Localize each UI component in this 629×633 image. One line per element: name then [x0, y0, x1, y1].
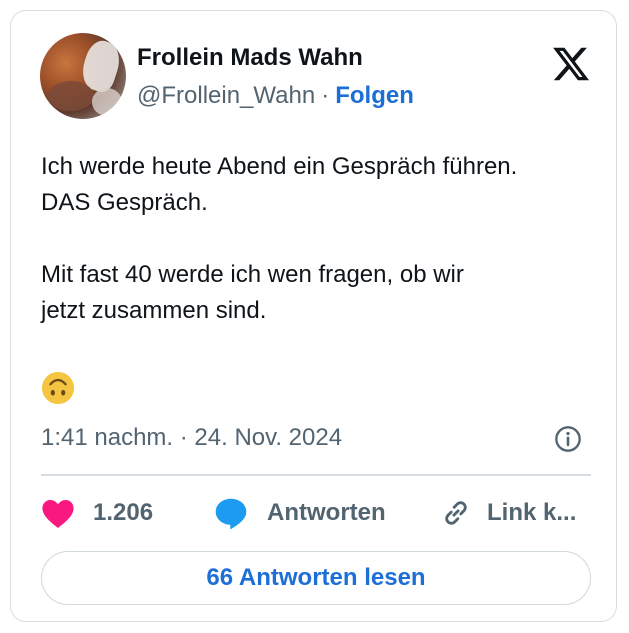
handle-separator: · [321, 82, 330, 109]
avatar-photo-detail [48, 81, 94, 111]
reply-bubble-icon [215, 498, 247, 530]
divider [41, 474, 591, 476]
read-replies-button[interactable]: 66 Antworten lesen [41, 551, 591, 605]
author-handle[interactable]: @Frollein_Wahn [137, 82, 315, 109]
tweet-card: Frollein Mads Wahn @Frollein_Wahn · Folgen… [10, 10, 617, 622]
like-button[interactable]: 1.206 [41, 491, 153, 535]
x-logo-icon[interactable] [551, 44, 591, 84]
upside-down-face-icon [41, 371, 75, 405]
copy-link-button[interactable]: Link k... [439, 491, 576, 535]
link-icon [445, 501, 467, 525]
tweet-line: DAS Gespräch. [41, 189, 208, 216]
heart-icon [42, 499, 74, 529]
like-count: 1.206 [93, 499, 154, 526]
author-handle-row: @Frollein_Wahn · Folgen [137, 82, 414, 110]
tweet-line: Mit fast 40 werde ich wen fragen, ob wir [41, 261, 464, 288]
reply-button[interactable]: Antworten [213, 491, 386, 535]
tweet-line [41, 221, 601, 257]
avatar-photo-detail [92, 88, 122, 116]
tweet-text: Ich werde heute Abend ein Gespräch führe… [41, 149, 601, 329]
tweet-line: jetzt zusammen sind. [41, 297, 267, 324]
info-icon[interactable] [554, 425, 582, 453]
action-bar: 1.206 Antworten Link k... [41, 491, 601, 535]
link-label: Link k... [487, 499, 577, 526]
tweet-timestamp[interactable]: 1:41 nachm. · 24. Nov. 2024 [41, 424, 342, 452]
reply-label: Antworten [267, 499, 386, 526]
avatar[interactable] [40, 33, 126, 119]
author-name[interactable]: Frollein Mads Wahn [137, 44, 363, 72]
follow-link[interactable]: Folgen [335, 82, 414, 109]
tweet-line: Ich werde heute Abend ein Gespräch führe… [41, 153, 518, 180]
